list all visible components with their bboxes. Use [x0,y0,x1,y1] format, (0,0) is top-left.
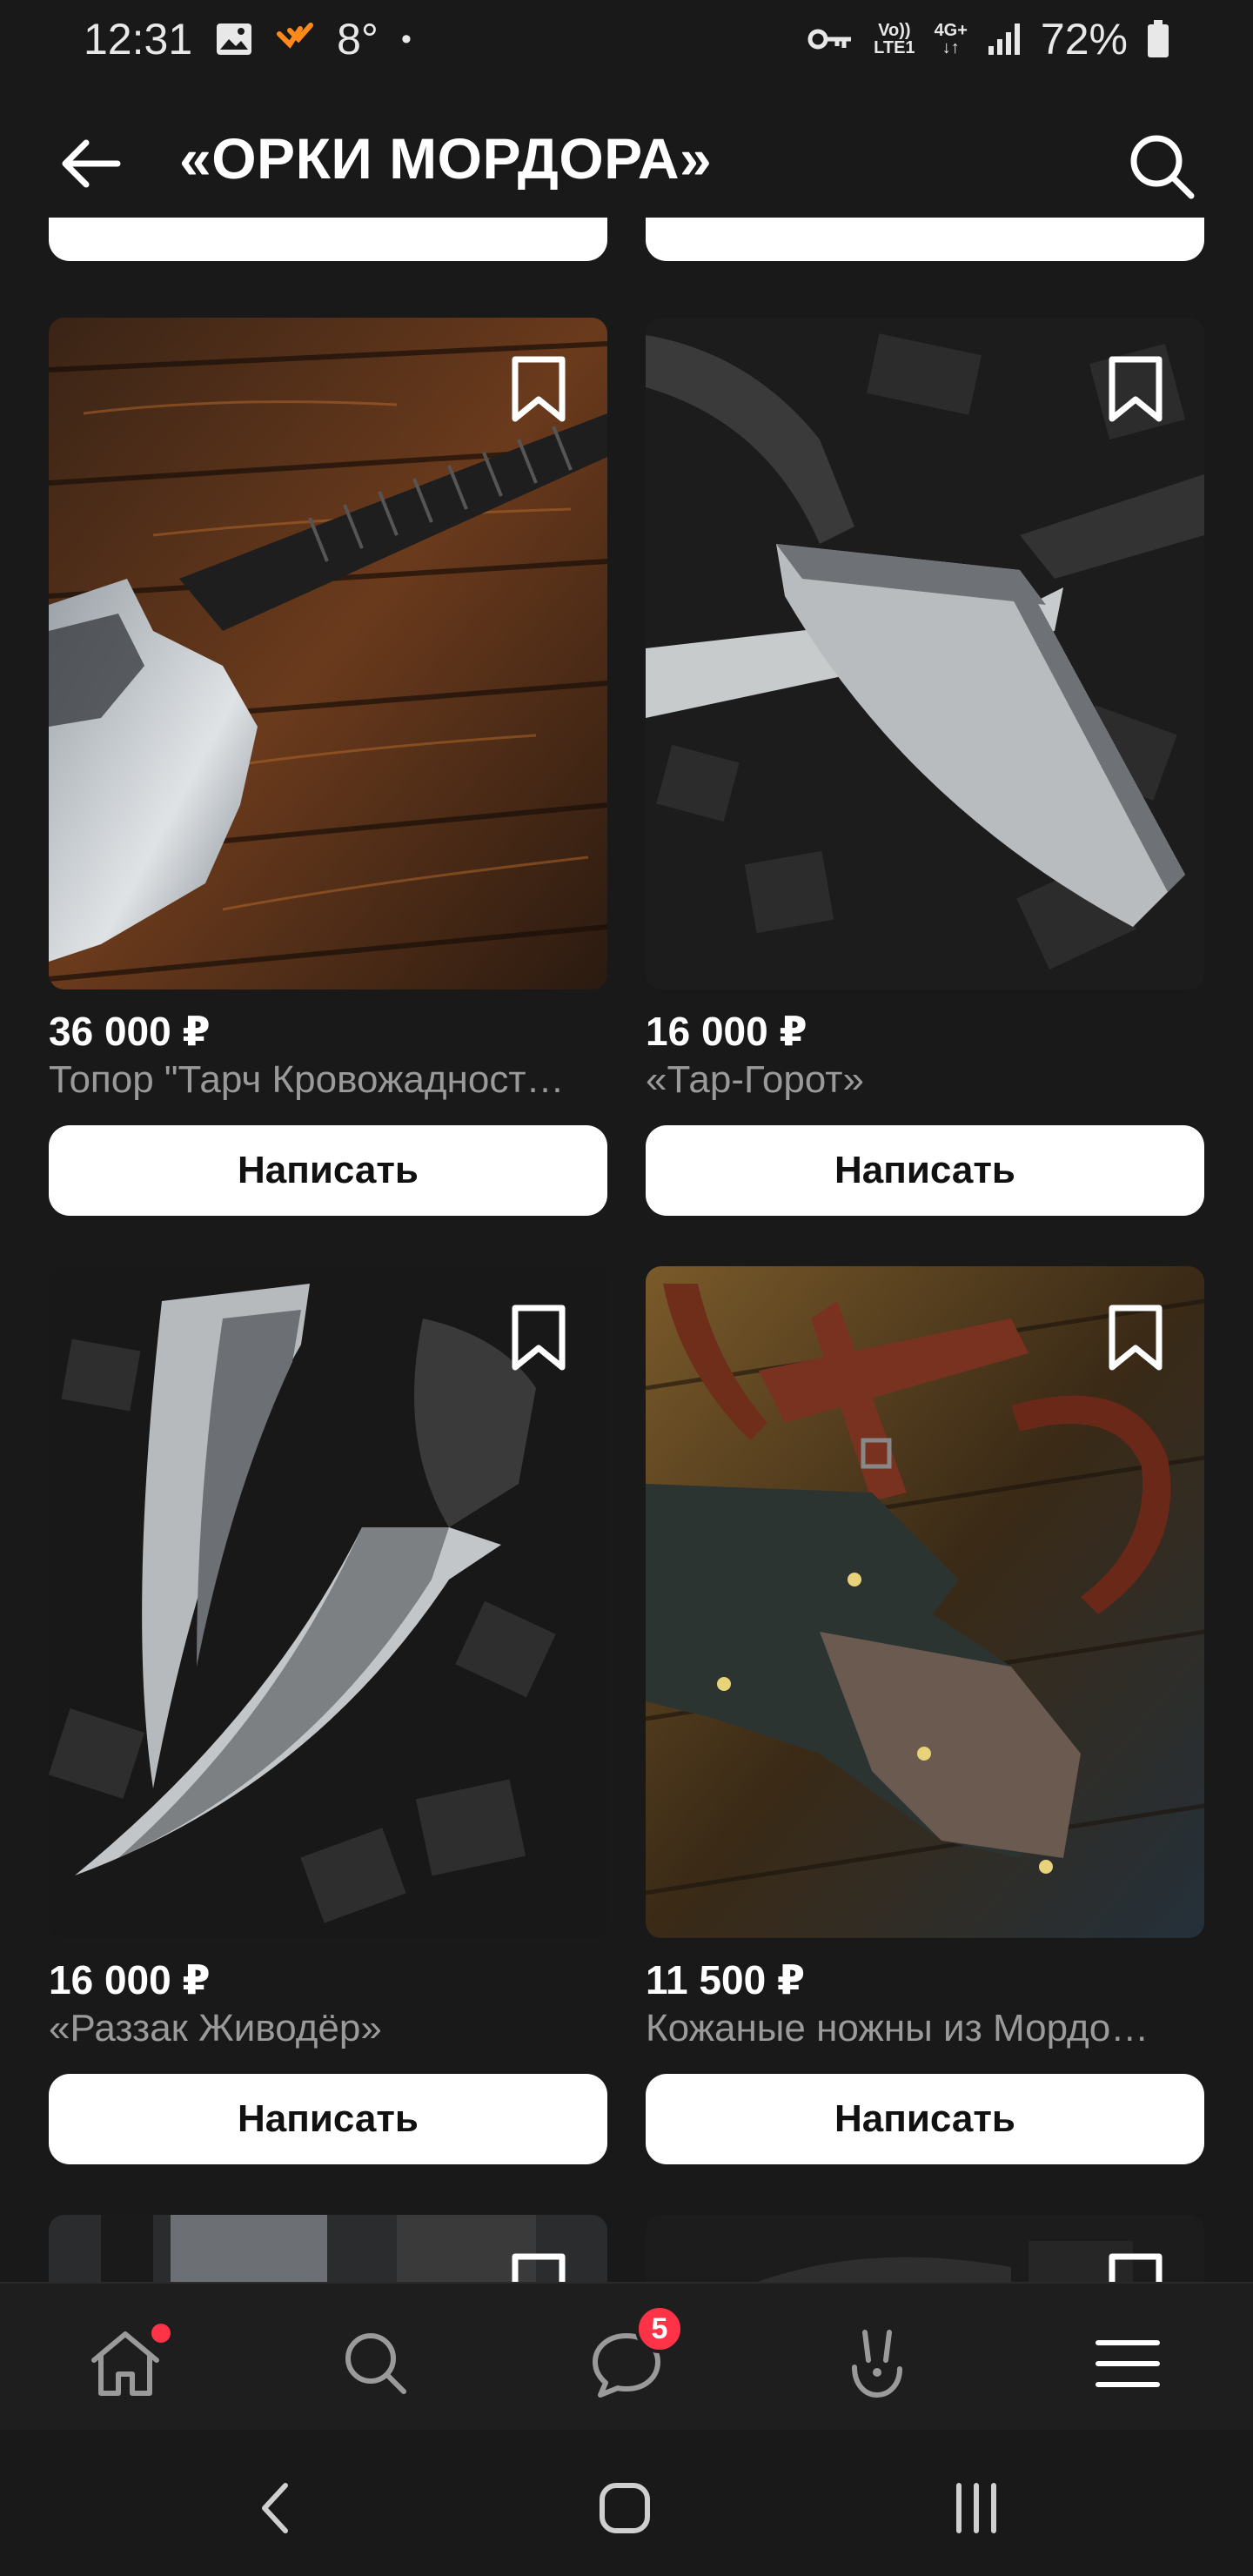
back-button[interactable] [56,129,125,198]
partial-write-button[interactable] [49,218,607,261]
product-card[interactable]: 11 500 ₽ Кожаные ножны из Мордо… Написат… [646,1266,1204,2164]
nav-home[interactable] [82,2320,171,2407]
partial-write-button[interactable] [646,218,1204,261]
product-price: 11 500 ₽ [646,1957,805,2002]
bottom-navigation: 5 [0,2282,1253,2430]
product-card[interactable]: 36 000 ₽ Топор "Тарч Кровожадност… Напис… [49,318,607,1216]
status-temperature: 8° [337,15,379,64]
status-time: 12:31 [84,15,193,64]
search-button[interactable] [1122,127,1201,205]
menu-icon [1096,2340,1160,2387]
product-image[interactable] [49,318,607,989]
battery-percent: 72% [1040,15,1128,64]
arrow-left-icon [62,139,121,188]
product-price: 16 000 ₽ [646,1009,807,1054]
product-image[interactable] [646,1266,1204,1938]
product-image[interactable] [49,1266,607,1938]
recents-icon [956,2483,996,2533]
write-button[interactable]: Написать [49,1125,607,1216]
home-square-icon [600,2483,650,2533]
bookmark-icon[interactable] [508,1303,569,1372]
messages-badge: 5 [635,2304,684,2353]
write-button[interactable]: Написать [646,2074,1204,2164]
status-dot: • [400,22,412,56]
write-button[interactable]: Написать [49,2074,607,2164]
product-image[interactable] [646,318,1204,989]
product-name[interactable]: Топор "Тарч Кровожадност… [49,1056,607,1104]
nav-search[interactable] [332,2320,419,2407]
product-name[interactable]: «Тар-Горот» [646,1056,1204,1104]
product-card-partial[interactable] [646,2215,1204,2282]
system-home-button[interactable] [581,2465,668,2552]
nav-services[interactable] [834,2320,921,2407]
bookmark-icon[interactable] [1105,354,1166,424]
volte-indicator: Vo)) LTE1 [874,21,915,57]
gallery-icon [215,22,253,57]
search-icon [345,2333,406,2394]
product-name[interactable]: Кожаные ножны из Мордо… [646,2004,1204,2053]
product-image[interactable] [646,2215,1204,2282]
app-header: «ОРКИ МОРДОРА» [0,104,1253,218]
bookmark-icon[interactable] [508,2251,569,2282]
product-card[interactable]: 16 000 ₽ «Тар-Горот» Написать [646,318,1204,1216]
app-notification-icon [276,22,314,57]
bookmark-icon[interactable] [1105,2251,1166,2282]
services-icon [852,2330,902,2398]
product-card-partial[interactable] [49,2215,607,2282]
nav-menu[interactable] [1084,2320,1171,2407]
status-bar: 12:31 8° • Vo)) LTE1 4G+ ↓↑ 72% [0,0,1253,78]
product-card[interactable]: 16 000 ₽ «Раззак Живодёр» Написать [49,1266,607,2164]
system-recents-button[interactable] [933,2465,1020,2552]
product-feed[interactable]: 36 000 ₽ Топор "Тарч Кровожадност… Напис… [0,218,1253,2282]
system-back-button[interactable] [231,2465,318,2552]
product-name[interactable]: «Раззак Живодёр» [49,2004,607,2053]
chevron-left-icon [262,2483,288,2533]
product-price: 16 000 ₽ [49,1957,211,2002]
search-icon [1130,135,1195,199]
vpn-key-icon [807,25,854,53]
home-icon [91,2331,159,2396]
product-price: 36 000 ₽ [49,1009,211,1054]
write-button[interactable]: Написать [646,1125,1204,1216]
notification-dot [151,2324,171,2343]
page-title: «ОРКИ МОРДОРА» [179,126,713,191]
system-navigation [0,2430,1253,2576]
signal-icon [987,22,1022,57]
battery-icon [1147,20,1169,58]
data-type-indicator: 4G+ ↓↑ [934,21,968,57]
bookmark-icon[interactable] [1105,1303,1166,1372]
product-image[interactable] [49,2215,607,2282]
bookmark-icon[interactable] [508,354,569,424]
nav-messages[interactable]: 5 [583,2304,684,2407]
